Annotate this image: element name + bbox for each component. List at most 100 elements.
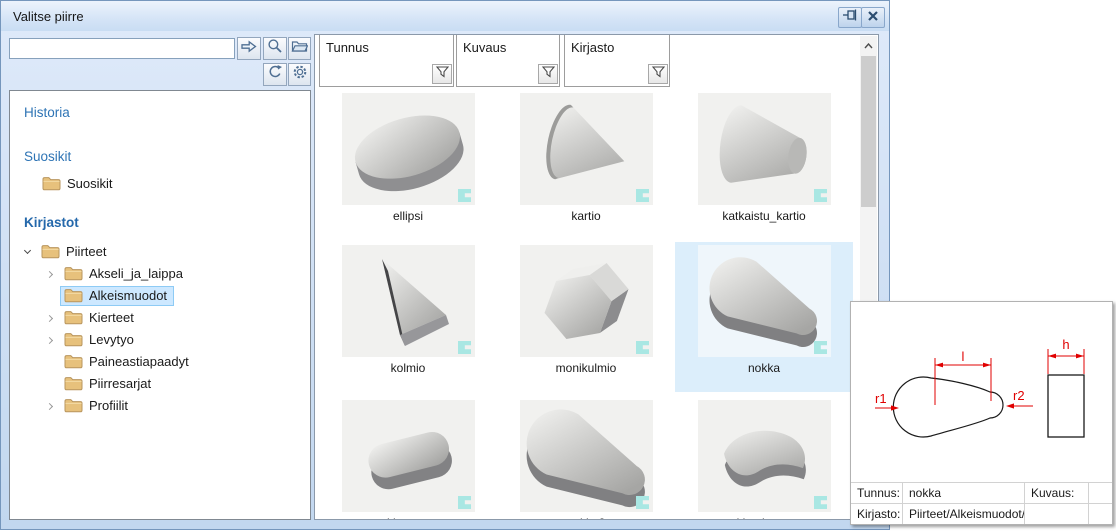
thumbnail-nokka2[interactable]: [520, 400, 653, 512]
dim-label-r1: r1: [875, 391, 887, 406]
refresh-button[interactable]: [263, 63, 287, 86]
component-badge-icon: [458, 341, 472, 354]
thumbnail-kartio[interactable]: [520, 93, 653, 205]
dock-pin-icon: [842, 8, 858, 27]
preview-kirjasto-label: Kirjasto:: [851, 504, 903, 524]
chevron-right-icon[interactable]: [46, 336, 55, 345]
sidebar-item-favorites[interactable]: Suosikit: [24, 149, 71, 164]
chevron-none: [46, 292, 55, 301]
scrollbar-up-button[interactable]: [860, 36, 877, 53]
component-badge-icon: [636, 189, 650, 202]
preview-info-row: Tunnus: nokka Kuvaus:: [851, 482, 1112, 503]
tile-label: kartio: [497, 209, 675, 223]
titlebar[interactable]: Valitse piirre: [1, 1, 889, 31]
tree-item-piirresarjat[interactable]: Piirresarjat: [46, 373, 158, 395]
feature-tile-monikulmio[interactable]: monikulmio: [497, 242, 675, 392]
dim-label-l: l: [962, 349, 965, 364]
column-header-kirjasto[interactable]: Kirjasto: [565, 35, 669, 55]
tree-item-suosikit[interactable]: Suosikit: [38, 173, 120, 195]
search-button[interactable]: [263, 37, 287, 60]
feature-tile-nokka[interactable]: nokka: [675, 242, 853, 392]
column-header-tunnus[interactable]: Tunnus: [320, 35, 453, 55]
preview-kirjasto-value: Piirteet/Alkeismuodot/: [903, 504, 1025, 524]
chevron-none: [46, 358, 55, 367]
go-button[interactable]: [237, 37, 261, 60]
feature-grid: ellipsi kartio katkaistu_kartio kolmio m…: [315, 87, 863, 519]
thumbnail-katkaistu_kartio[interactable]: [698, 93, 831, 205]
folder-icon: [41, 244, 60, 259]
component-badge-icon: [458, 189, 472, 202]
chevron-right-icon[interactable]: [46, 270, 55, 279]
close-button[interactable]: [861, 7, 885, 28]
feature-tile-kolmio[interactable]: kolmio: [319, 242, 497, 392]
component-badge-icon: [814, 189, 828, 202]
column-kirjasto: Kirjasto: [564, 35, 670, 87]
tree-item-kierteet[interactable]: Kierteet: [46, 307, 141, 329]
preview-empty-cell: [1089, 504, 1112, 524]
tile-label: monikulmio: [497, 361, 675, 375]
column-kuvaus: Kuvaus: [456, 35, 560, 87]
library-sidebar: Historia Suosikit Suosikit Kirjastot Pii…: [9, 36, 311, 520]
shape-render: [698, 192, 831, 209]
preview-empty-cell: [1025, 504, 1089, 524]
feature-tile-row3-2[interactable]: nokka2: [497, 397, 675, 519]
chevron-down-icon[interactable]: [23, 248, 32, 257]
column-header-kuvaus[interactable]: Kuvaus: [457, 35, 559, 55]
thumbnail-kolmio[interactable]: [342, 245, 475, 357]
sidebar-item-libraries[interactable]: Kirjastot: [24, 215, 79, 230]
dim-label-h: h: [1062, 337, 1069, 352]
preview-tunnus-value: nokka: [903, 483, 1025, 503]
component-badge-icon: [814, 496, 828, 509]
feature-tile-row3-1[interactable]: nokka_suora: [319, 397, 497, 519]
magnifier-icon: [267, 38, 283, 59]
shape-render: [342, 192, 475, 209]
component-badge-icon: [636, 341, 650, 354]
close-icon: [867, 9, 879, 27]
folder-icon: [64, 376, 83, 391]
thumbnail-nokka[interactable]: [698, 245, 831, 357]
tree-item-alkeismuodot[interactable]: Alkeismuodot: [46, 285, 174, 307]
preview-kuvaus-value: [1089, 483, 1112, 503]
cam-profile-outline: [893, 377, 1003, 437]
dock-pin-button[interactable]: [838, 7, 862, 28]
thumbnail-nokka_suora[interactable]: [342, 400, 475, 512]
tree-item-piirteet[interactable]: Piirteet: [23, 241, 113, 263]
folder-icon: [64, 398, 83, 413]
chevron-right-icon[interactable]: [46, 314, 55, 323]
filter-button-tunnus[interactable]: [432, 64, 452, 84]
thumbnail-ellipsi[interactable]: [342, 93, 475, 205]
preview-kuvaus-label: Kuvaus:: [1025, 483, 1089, 503]
sidebar-item-history[interactable]: Historia: [24, 105, 70, 120]
gear-icon: [292, 64, 308, 85]
feature-list-panel: Tunnus Kuvaus Kirjasto ellipsi: [314, 34, 879, 520]
shape-render: [342, 344, 475, 361]
feature-tile-row3-3[interactable]: nokka_kaareva: [675, 397, 853, 519]
search-input[interactable]: [9, 38, 235, 59]
filter-button-kuvaus[interactable]: [538, 64, 558, 84]
browse-folder-button[interactable]: [288, 37, 311, 60]
scrollbar-thumb[interactable]: [861, 56, 876, 207]
thumbnail-monikulmio[interactable]: [520, 245, 653, 357]
shape-render: [698, 499, 831, 516]
shape-render: [342, 499, 475, 516]
component-badge-icon: [636, 496, 650, 509]
tree-item-levytyo[interactable]: Levytyo: [46, 329, 141, 351]
tree-item-paineastiapaadyt[interactable]: Paineastiapaadyt: [46, 351, 196, 373]
thumbnail-nokka_kaareva[interactable]: [698, 400, 831, 512]
preview-tunnus-label: Tunnus:: [851, 483, 903, 503]
shape-render: [520, 344, 653, 361]
settings-button[interactable]: [288, 63, 311, 86]
tree-item-akseli-ja-laippa[interactable]: Akseli_ja_laippa: [46, 263, 190, 285]
feature-tile-ellipsi[interactable]: ellipsi: [319, 90, 497, 240]
chevron-right-icon[interactable]: [46, 402, 55, 411]
tile-label: kolmio: [319, 361, 497, 375]
tree-item-profiilit[interactable]: Profiilit: [46, 395, 135, 417]
library-tree: Historia Suosikit Suosikit Kirjastot Pii…: [9, 90, 311, 520]
shape-render: [520, 499, 653, 516]
nokka-dimension-drawing: l r1 r2 h: [851, 303, 1110, 483]
feature-tile-katkaistu-kartio[interactable]: katkaistu_kartio: [675, 90, 853, 240]
filter-button-kirjasto[interactable]: [648, 64, 668, 84]
feature-tile-kartio[interactable]: kartio: [497, 90, 675, 240]
chevron-none: [46, 380, 55, 389]
folder-icon: [64, 354, 83, 369]
